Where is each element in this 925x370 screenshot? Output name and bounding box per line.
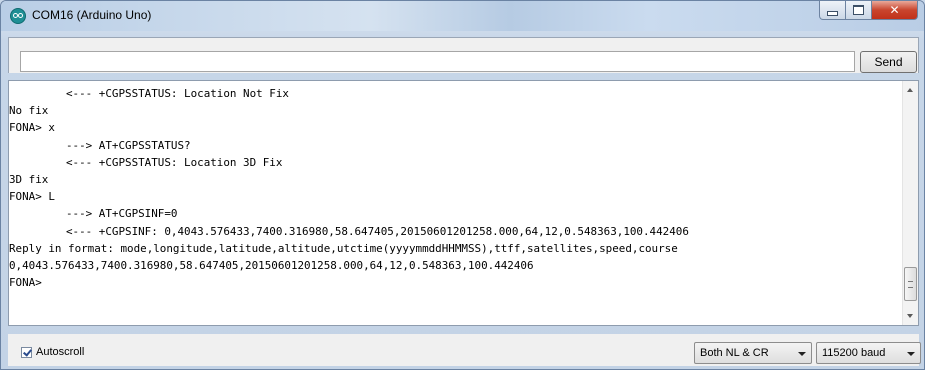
serial-log-line: FONA> L [9, 190, 55, 204]
autoscroll-checkbox[interactable] [21, 346, 32, 358]
serial-log-line: ---> AT+CGPSSTATUS? [66, 138, 191, 152]
window-controls: ✕ [819, 1, 918, 21]
maximize-icon [853, 5, 864, 15]
send-button[interactable]: Send [860, 51, 917, 73]
line-ending-value: Both NL & CR [700, 347, 769, 359]
scrollbar-thumb[interactable] [904, 267, 917, 301]
serial-send-input[interactable] [20, 51, 855, 72]
arduino-logo-icon [10, 8, 26, 24]
serial-log-line: Reply in format: mode,longitude,latitude… [9, 241, 678, 255]
close-button[interactable]: ✕ [872, 1, 918, 20]
serial-log-line: 0,4043.576433,7400.316980,58.647405,2015… [9, 258, 534, 272]
serial-log-line: FONA> x [9, 121, 55, 135]
scroll-up-arrow-icon[interactable] [907, 88, 913, 92]
scroll-down-arrow-icon[interactable] [907, 314, 913, 318]
minimize-icon [827, 10, 838, 16]
serial-log-line: FONA> [9, 276, 42, 290]
serial-log-line: No fix [9, 104, 49, 118]
chevron-down-icon [798, 352, 806, 356]
minimize-button[interactable] [819, 1, 846, 20]
autoscroll-label: Autoscroll [36, 346, 85, 358]
title-bar[interactable]: COM16 (Arduino Uno) ✕ [1, 1, 924, 31]
serial-log: <--- +CGPSSTATUS: Location Not Fix No fix… [9, 85, 904, 291]
autoscroll-toggle[interactable]: Autoscroll [21, 346, 84, 358]
serial-output-pane[interactable]: <--- +CGPSSTATUS: Location Not Fix No fix… [8, 80, 919, 326]
serial-log-line: <--- +CGPSINF: 0,4043.576433,7400.316980… [66, 224, 689, 238]
baud-rate-value: 115200 baud [822, 347, 886, 359]
close-icon: ✕ [889, 3, 900, 17]
serial-log-line: 3D fix [9, 172, 49, 186]
vertical-scrollbar[interactable] [902, 81, 918, 325]
window-title: COM16 (Arduino Uno) [32, 8, 152, 22]
maximize-button[interactable] [846, 1, 872, 20]
baud-rate-select[interactable]: 115200 baud [816, 342, 921, 364]
chevron-down-icon [907, 352, 915, 356]
line-ending-select[interactable]: Both NL & CR [694, 342, 812, 364]
serial-log-line: ---> AT+CGPSINF=0 [66, 207, 178, 221]
serial-monitor-window: COM16 (Arduino Uno) ✕ Send <--- +CGPSSTA… [0, 0, 925, 370]
serial-log-line: <--- +CGPSSTATUS: Location 3D Fix [66, 155, 283, 169]
serial-log-line: <--- +CGPSSTATUS: Location Not Fix [66, 87, 289, 100]
